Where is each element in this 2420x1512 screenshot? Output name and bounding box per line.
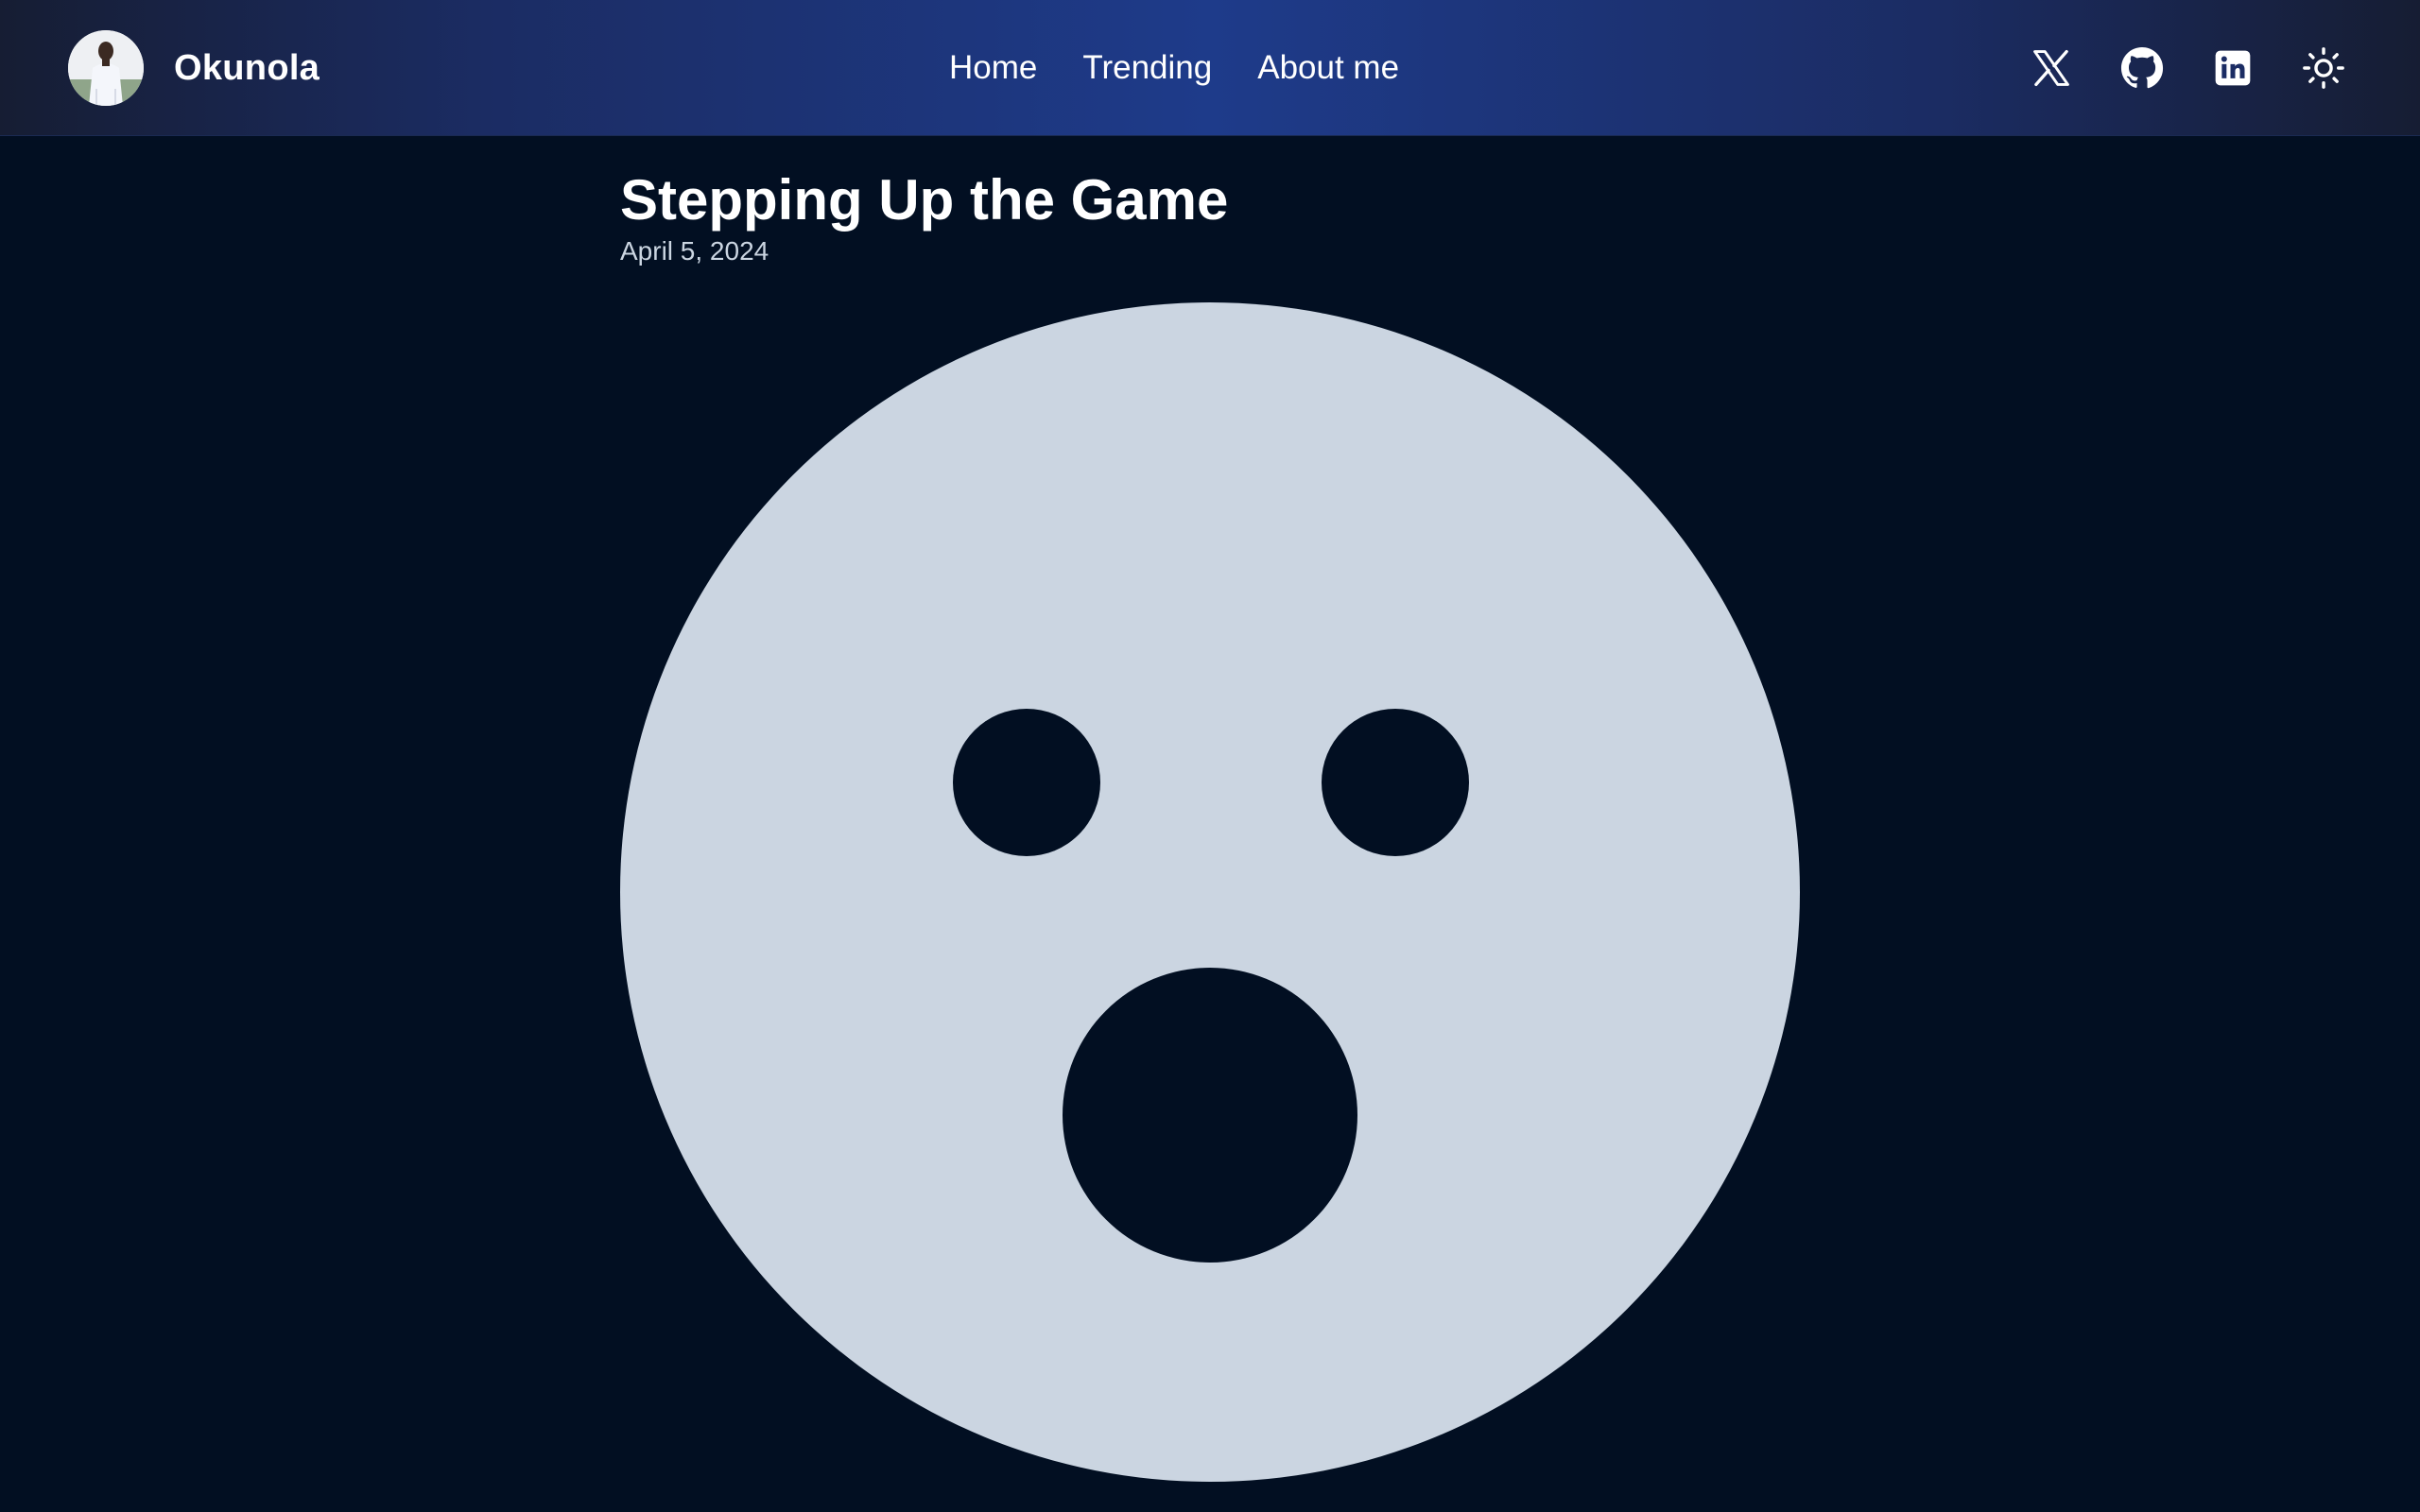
- x-twitter-link[interactable]: [2029, 45, 2074, 91]
- x-twitter-icon: [2033, 49, 2069, 87]
- site-header: Okunola Home Trending About me: [0, 0, 2420, 136]
- theme-toggle-button[interactable]: [2301, 45, 2346, 91]
- sun-theme-toggle-icon: [2303, 47, 2344, 89]
- post-article: Stepping Up the Game April 5, 2024: [620, 166, 1800, 268]
- nav-trending-link[interactable]: Trending: [1082, 49, 1212, 87]
- post-hero-image: [620, 302, 1800, 1482]
- nav-home-link[interactable]: Home: [949, 49, 1037, 87]
- linkedin-icon: [2215, 50, 2251, 86]
- social-links: [2029, 42, 2346, 94]
- surprised-face-icon: [620, 302, 1800, 1482]
- avatar-photo: [68, 30, 144, 106]
- github-icon: [2120, 46, 2164, 89]
- main-nav: Home Trending About me: [949, 42, 1399, 94]
- github-link[interactable]: [2119, 45, 2165, 91]
- post-title: Stepping Up the Game: [620, 168, 1229, 232]
- nav-about-link[interactable]: About me: [1257, 49, 1399, 87]
- avatar: [68, 30, 144, 106]
- site-name: Okunola: [174, 47, 320, 88]
- post-date: April 5, 2024: [620, 236, 769, 266]
- home-brand-link[interactable]: Okunola: [68, 30, 320, 106]
- linkedin-link[interactable]: [2210, 45, 2256, 91]
